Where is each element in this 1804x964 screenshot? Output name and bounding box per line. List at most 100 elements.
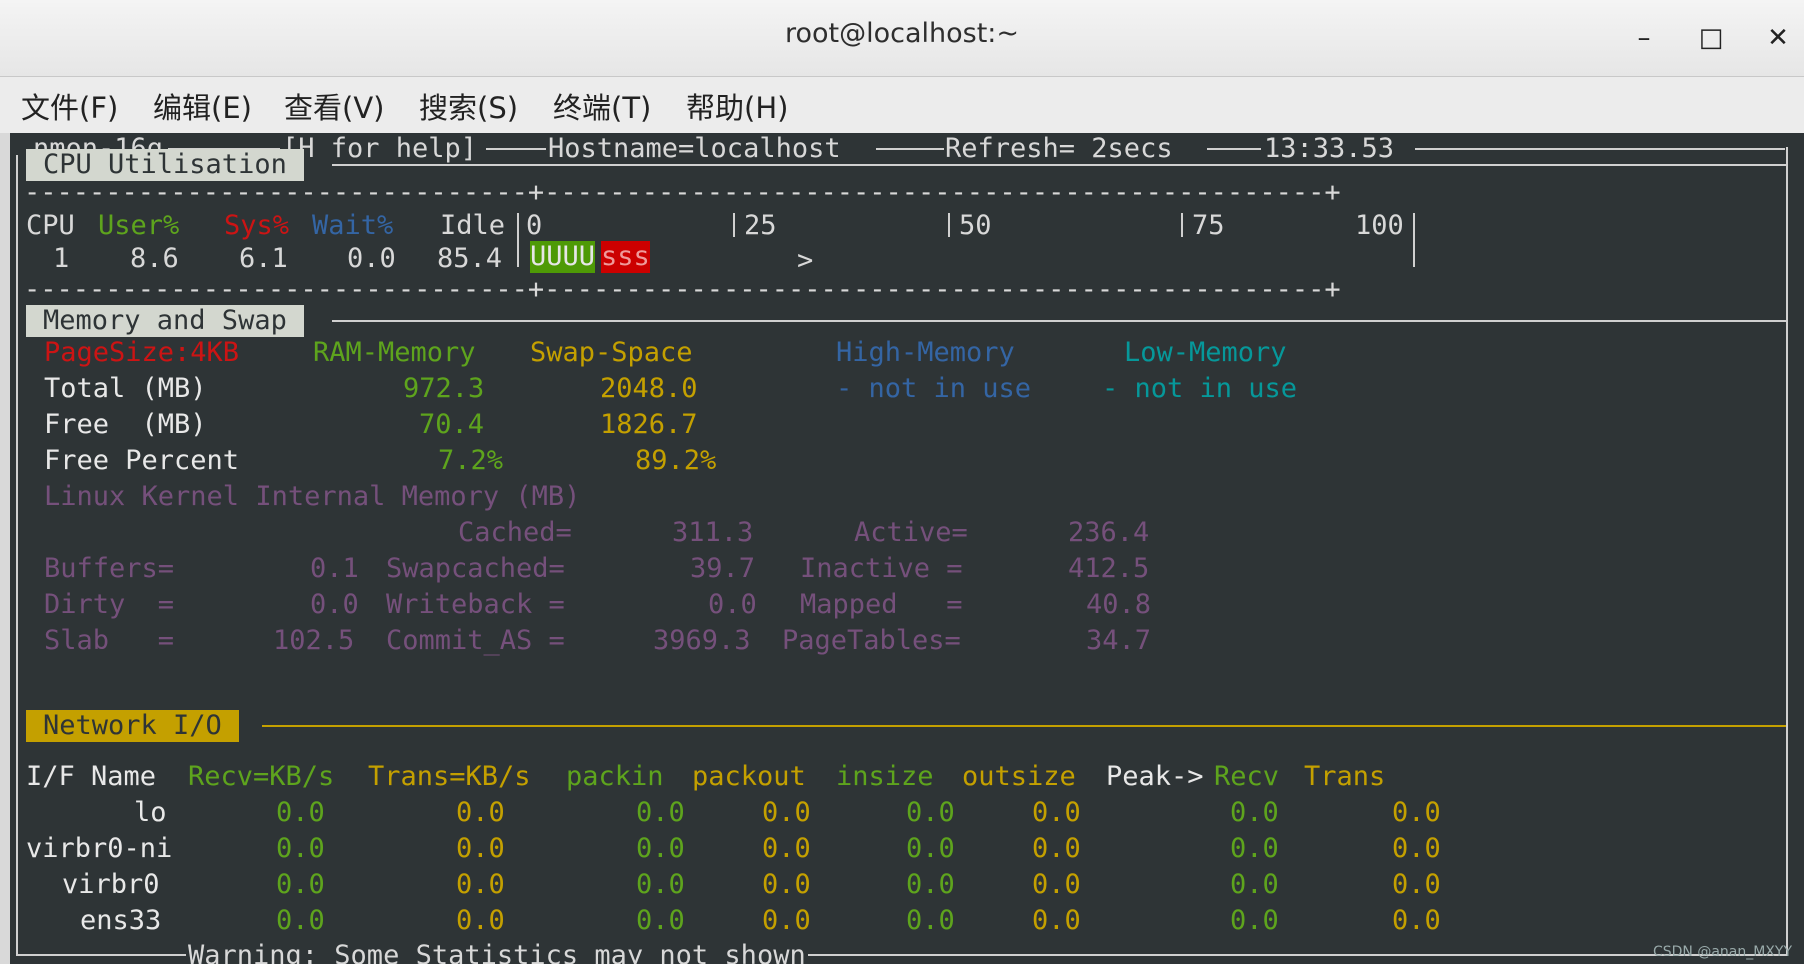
mem-freepct-ram: 7.2% bbox=[438, 445, 504, 476]
net-packin: 0.0 bbox=[636, 869, 685, 900]
net-header-peak-recv: Recv bbox=[1214, 761, 1280, 792]
kernel-memory-title: Linux Kernel Internal Memory (MB) bbox=[44, 481, 581, 512]
net-trans: 0.0 bbox=[456, 905, 505, 936]
cpu-box-top: -------------------------------+--------… bbox=[24, 177, 1341, 208]
net-peak-trans: 0.0 bbox=[1392, 905, 1441, 936]
kernel-commit-value: 3969.3 bbox=[653, 625, 751, 656]
kernel-swapcached-value: 39.7 bbox=[690, 553, 756, 584]
mem-freepct-swap: 89.2% bbox=[635, 445, 717, 476]
cpu-header-user: User% bbox=[98, 210, 180, 241]
cpu-scale-50: 50 bbox=[959, 210, 992, 241]
net-peak-recv: 0.0 bbox=[1230, 797, 1279, 828]
net-header-recv: Recv=KB/s bbox=[188, 761, 335, 792]
close-icon[interactable]: ✕ bbox=[1760, 20, 1796, 56]
header-rule bbox=[1415, 148, 1785, 150]
mem-high-status: - not in use bbox=[836, 373, 1032, 404]
help-hint: [H for help] bbox=[282, 133, 478, 164]
net-peak-trans: 0.0 bbox=[1392, 869, 1441, 900]
net-insize: 0.0 bbox=[906, 833, 955, 864]
header-rule bbox=[1207, 148, 1261, 150]
terminal-area[interactable]: nmon-16g [H for help] Hostname=localhost… bbox=[10, 133, 1804, 964]
kernel-writeback-value: 0.0 bbox=[708, 589, 757, 620]
net-recv: 0.0 bbox=[276, 797, 325, 828]
warning-message: Warning: Some Statistics may not shown bbox=[186, 938, 808, 964]
mem-total-ram: 972.3 bbox=[403, 373, 485, 404]
window-titlebar[interactable]: root@localhost:~ – □ ✕ bbox=[0, 0, 1804, 77]
menu-file[interactable]: 文件(F) bbox=[21, 85, 118, 127]
hostname: Hostname=localhost bbox=[548, 133, 841, 164]
cpu-bar-right-edge bbox=[1413, 213, 1415, 267]
col-high: High-Memory bbox=[836, 337, 1015, 368]
net-header-ifname: I/F Name bbox=[26, 761, 157, 792]
kernel-pagetables-label: PageTables= bbox=[782, 625, 961, 656]
mem-free-swap: 1826.7 bbox=[600, 409, 698, 440]
menu-help[interactable]: 帮助(H) bbox=[686, 85, 788, 127]
mem-low-status: - not in use bbox=[1102, 373, 1298, 404]
net-header-peak-trans: Trans bbox=[1304, 761, 1386, 792]
menu-bar: 文件(F) 编辑(E) 查看(V) 搜索(S) 终端(T) 帮助(H) bbox=[0, 77, 1804, 133]
maximize-icon[interactable]: □ bbox=[1693, 20, 1729, 56]
mem-free-ram: 70.4 bbox=[419, 409, 485, 440]
mem-row-label: Total (MB) bbox=[44, 373, 207, 404]
cpu-row-wait: 0.0 bbox=[347, 243, 396, 274]
net-recv: 0.0 bbox=[276, 905, 325, 936]
kernel-inactive-label: Inactive = bbox=[800, 553, 963, 584]
kernel-dirty-value: 0.0 bbox=[310, 589, 359, 620]
network-section-title: Network I/O bbox=[26, 710, 239, 742]
kernel-slab-label: Slab = bbox=[44, 625, 175, 656]
memory-section-rule bbox=[332, 320, 1786, 322]
net-header-outsize: outsize bbox=[962, 761, 1076, 792]
net-peak-recv: 0.0 bbox=[1230, 833, 1279, 864]
cpu-bar-sys: sss bbox=[601, 241, 650, 273]
memory-section-title: Memory and Swap bbox=[26, 305, 304, 337]
menu-view[interactable]: 查看(V) bbox=[284, 85, 384, 127]
cpu-scale-tick bbox=[948, 213, 950, 237]
net-packout: 0.0 bbox=[762, 797, 811, 828]
net-outsize: 0.0 bbox=[1032, 869, 1081, 900]
header-rule bbox=[876, 148, 944, 150]
net-peak-trans: 0.0 bbox=[1392, 797, 1441, 828]
cpu-row-sys: 6.1 bbox=[239, 243, 288, 274]
net-outsize: 0.0 bbox=[1032, 797, 1081, 828]
net-peak-trans: 0.0 bbox=[1392, 833, 1441, 864]
kernel-dirty-label: Dirty = bbox=[44, 589, 175, 620]
net-header-insize: insize bbox=[836, 761, 934, 792]
net-packin: 0.0 bbox=[636, 797, 685, 828]
cpu-scale-25: 25 bbox=[744, 210, 777, 241]
cpu-box-bottom: -------------------------------+--------… bbox=[24, 274, 1341, 305]
menu-edit[interactable]: 编辑(E) bbox=[153, 85, 252, 127]
pagesize: PageSize:4KB bbox=[44, 337, 240, 368]
minimize-icon[interactable]: – bbox=[1626, 20, 1662, 56]
cpu-scale-100: 100 bbox=[1355, 210, 1404, 241]
net-trans: 0.0 bbox=[456, 797, 505, 828]
cpu-section-rule bbox=[332, 164, 1786, 166]
watermark: CSDN @anan_MXYY bbox=[1652, 944, 1792, 960]
clock-time: 13:33.53 bbox=[1264, 133, 1395, 164]
kernel-cached-value: 311.3 bbox=[672, 517, 754, 548]
net-outsize: 0.0 bbox=[1032, 905, 1081, 936]
kernel-writeback-label: Writeback = bbox=[386, 589, 565, 620]
menu-terminal[interactable]: 终端(T) bbox=[553, 85, 651, 127]
header-rule bbox=[486, 148, 546, 150]
net-ifname: virbr0-ni bbox=[26, 833, 173, 864]
mem-row-label: Free (MB) bbox=[44, 409, 207, 440]
refresh-rate: Refresh= 2secs bbox=[945, 133, 1173, 164]
menu-search[interactable]: 搜索(S) bbox=[419, 85, 518, 127]
cpu-header-sys: Sys% bbox=[224, 210, 290, 241]
kernel-cached-label: Cached= bbox=[458, 517, 572, 548]
net-header-peak: Peak-> bbox=[1106, 761, 1204, 792]
col-ram: RAM-Memory bbox=[313, 337, 476, 368]
net-recv: 0.0 bbox=[276, 833, 325, 864]
net-packin: 0.0 bbox=[636, 905, 685, 936]
kernel-buffers-value: 0.1 bbox=[310, 553, 359, 584]
cpu-scale-0: 0 bbox=[526, 210, 543, 241]
net-peak-recv: 0.0 bbox=[1230, 869, 1279, 900]
kernel-mapped-value: 40.8 bbox=[1086, 589, 1152, 620]
net-packout: 0.0 bbox=[762, 905, 811, 936]
kernel-mapped-label: Mapped = bbox=[800, 589, 963, 620]
net-ifname: ens33 bbox=[80, 905, 162, 936]
net-insize: 0.0 bbox=[906, 869, 955, 900]
kernel-commit-label: Commit_AS = bbox=[386, 625, 565, 656]
cpu-bar-user: UUUU bbox=[530, 241, 596, 273]
network-section-rule bbox=[262, 725, 1786, 727]
